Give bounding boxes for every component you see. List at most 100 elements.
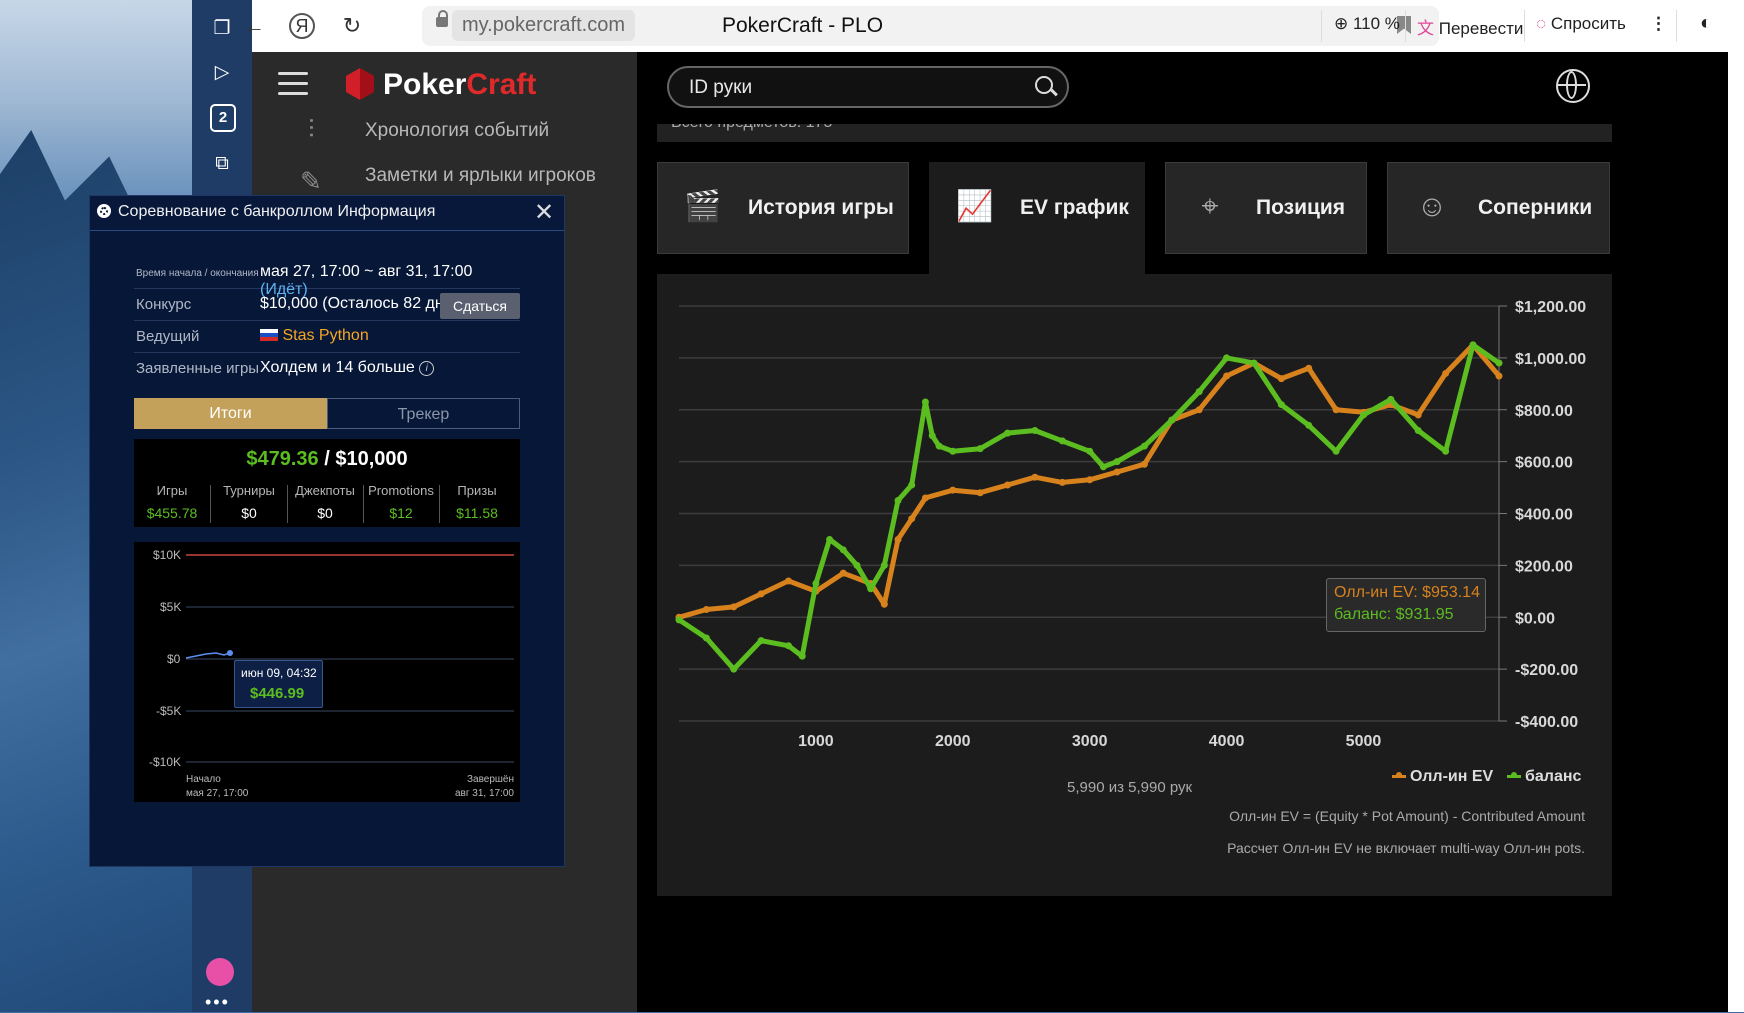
balance-point [949,447,957,455]
allin-ev-point [976,489,984,497]
tabs-icon[interactable]: ❐ [208,15,236,43]
tab-ev-graph[interactable]: 📈 EV график [929,162,1145,274]
balance-point [1442,447,1450,455]
y-tick-label: $1,000.00 [1515,351,1586,368]
tab-results[interactable]: Итоги [134,398,327,429]
allin-ev-point [949,486,957,494]
globe-icon[interactable] [1556,69,1590,103]
hamburger-icon[interactable] [278,72,308,96]
balance-point [785,642,793,650]
balance-point [1359,411,1367,419]
x-tick-label: 5000 [1346,733,1382,750]
hand-id-search[interactable]: ID руки [667,66,1069,108]
info-icon[interactable]: i [419,361,435,376]
tooltip-date: июн 09, 04:32 [241,666,317,680]
row-label: Время начала / окончания [136,268,259,279]
allin-ev-point [1305,364,1313,372]
divider [1405,10,1406,42]
ask-button[interactable]: ◌ Спросить [1536,14,1626,34]
page-scrollbar[interactable] [1728,52,1744,1012]
result-col-promotions: Promotions $12 [368,483,434,521]
zoom-icon: ⊕ [1334,14,1349,33]
balance-point [908,481,916,489]
yandex-icon[interactable]: Я [289,13,315,39]
page-title: PokerCraft - PLO [722,14,884,37]
balance-point [1414,427,1422,434]
balance-point [1277,401,1285,409]
legend-balance[interactable]: баланс [1507,768,1581,786]
mini-end-date: авг 31, 17:00 [454,788,514,799]
url-domain[interactable]: my.pokercraft.com [452,10,635,41]
allin-ev-point [1414,411,1422,419]
allin-ev-point [894,535,902,543]
menu-kebab-icon[interactable]: ⋮ [1650,14,1667,34]
tab-tracker[interactable]: Трекер [327,398,520,429]
tab-opponents[interactable]: ☺ Соперники [1387,162,1610,254]
tooltip-ev: Олл-ин EV: $953.14 [1334,584,1480,601]
balance-point [1004,429,1012,437]
x-tick-label: 3000 [1072,733,1108,750]
vpn-icon[interactable]: ◐ [1700,12,1712,35]
row-label: Ведущий [136,328,200,345]
tab-label: EV график [1020,196,1129,219]
mini-y-label: -$5K [156,704,182,718]
app-main: ID руки Всего предметов: 175 🎬 История и… [637,52,1744,1012]
result-col-tournaments: Турниры $0 [223,483,275,521]
allin-ev-point [757,590,765,598]
allin-ev-point [1277,375,1285,383]
balance-point [1305,421,1313,429]
screenshot-icon[interactable]: ⧉ [208,150,236,178]
allin-ev-point [1195,406,1203,414]
balance-point [1140,442,1148,450]
cat-face-icon: ☺ [1416,190,1448,223]
close-icon[interactable]: ✕ [534,198,554,227]
tab-position[interactable]: ⌖ Позиция [1165,162,1367,254]
tooltip-value: $446.99 [250,685,305,702]
poker-chip-icon [97,204,111,218]
results-total: $479.36 / $10,000 [246,448,408,470]
balance-point [1086,447,1094,455]
row-value: Холдем и 14 больше i [260,359,435,377]
tab-label: История игры [748,196,894,219]
balance-point [894,497,902,505]
host-name[interactable]: Stas Python [282,327,368,344]
chart-tooltip: Олл-ин EV: $953.14 баланс: $931.95 [1326,578,1486,632]
nav-item-timeline[interactable]: Хронология событий [365,120,549,142]
x-tick-label: 4000 [1209,733,1245,750]
balance-point [935,442,943,450]
reload-icon[interactable]: ↻ [338,12,366,40]
search-input[interactable]: ID руки [689,77,752,99]
balance-point [1099,463,1107,471]
browser-toolbar: ← Я ↻ my.pokercraft.com PokerCraft - PLO… [243,0,1744,53]
balance-point [675,616,683,624]
allin-ev-point [908,515,916,523]
nav-item-notes[interactable]: Заметки и ярлыки игроков [365,165,596,187]
allin-ev-point [1495,372,1503,380]
search-icon[interactable] [1035,76,1053,94]
allin-ev-point [880,600,888,608]
translate-button[interactable]: 文 Перевести [1417,14,1523,39]
play-icon[interactable]: ▷ [208,59,236,87]
app-logo: PokerCraft [383,68,537,101]
allin-ev-point [1086,476,1094,484]
row-value: Stas Python [260,327,369,345]
balance-point [921,398,929,406]
line-chart-icon: 📈 [956,190,994,223]
bankroll-line [185,652,231,659]
balance-point [1168,416,1176,424]
balance-point [1387,395,1395,403]
balance-point [1495,359,1503,367]
results-box: $479.36 / $10,000 Игры $455.78 Турниры $0 … [134,439,520,527]
more-icon[interactable]: ••• [205,992,230,1013]
bankroll-point [227,650,233,656]
lock-icon[interactable] [436,10,448,27]
legend-ev[interactable]: Олл-ин EV [1392,768,1493,786]
back-icon[interactable]: ← [240,12,268,40]
alice-icon[interactable] [206,958,234,986]
allin-ev-point [730,603,738,611]
address-bar[interactable]: my.pokercraft.com PokerCraft - PLO [422,6,1439,46]
badge-icon[interactable]: 2 [210,104,236,132]
zoom-button[interactable]: ⊕ 110 % [1334,14,1400,34]
give-up-button[interactable]: Сдаться [440,293,520,319]
tab-game-history[interactable]: 🎬 История игры [657,162,909,254]
